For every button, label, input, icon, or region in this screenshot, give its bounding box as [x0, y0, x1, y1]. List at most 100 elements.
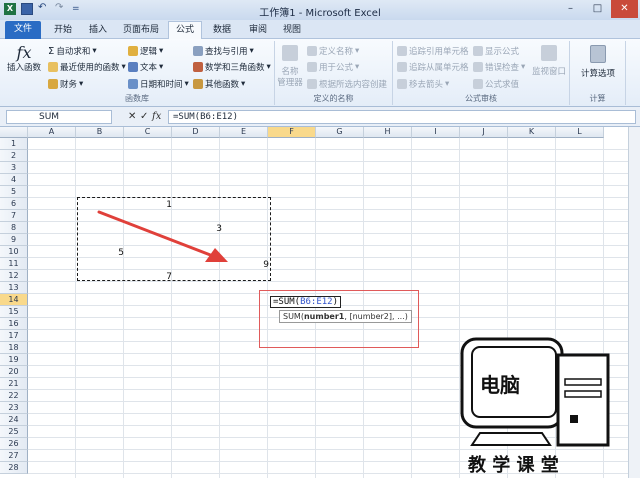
- tab-data[interactable]: 数据: [206, 22, 238, 39]
- row-header-11[interactable]: 11: [0, 258, 28, 270]
- tab-review[interactable]: 审阅: [242, 22, 274, 39]
- column-header-g[interactable]: G: [316, 127, 364, 138]
- name-box[interactable]: SUM: [6, 110, 112, 124]
- define-name-button[interactable]: 定义名称 ▾: [307, 45, 359, 57]
- group-label-calc: 计算: [589, 94, 606, 103]
- column-header-h[interactable]: H: [364, 127, 412, 138]
- autosum-button[interactable]: Σ 自动求和 ▾: [48, 45, 97, 58]
- cell-e11[interactable]: 9: [257, 260, 269, 270]
- select-all-corner[interactable]: [0, 127, 28, 138]
- row-header-2[interactable]: 2: [0, 150, 28, 162]
- calculator-icon: [590, 45, 606, 63]
- row-header-25[interactable]: 25: [0, 426, 28, 438]
- tab-insert[interactable]: 插入: [82, 22, 114, 39]
- group-label-names: 定义的名称: [313, 94, 354, 103]
- remove-arrows-button[interactable]: 移去箭头 ▾: [397, 78, 449, 90]
- column-header-d[interactable]: D: [172, 127, 220, 138]
- lookup-button[interactable]: 查找与引用 ▾: [193, 45, 254, 57]
- cell-editor-f14[interactable]: =SUM(B6:E12): [270, 296, 342, 308]
- row-header-20[interactable]: 20: [0, 366, 28, 378]
- cell-d12[interactable]: 7: [160, 272, 172, 282]
- create-from-selection-button[interactable]: 根据所选内容创建: [307, 78, 387, 90]
- gridline-horizontal: [28, 281, 640, 282]
- row-header-21[interactable]: 21: [0, 378, 28, 390]
- row-header-14[interactable]: 14: [0, 294, 28, 306]
- formula-bar: SUM ✕ ✓ fx =SUM(B6:E12): [0, 107, 640, 127]
- tab-file[interactable]: 文件: [5, 21, 41, 39]
- row-header-22[interactable]: 22: [0, 390, 28, 402]
- watermark-subtitle: 教 学 课 堂: [468, 455, 559, 476]
- column-header-b[interactable]: B: [76, 127, 124, 138]
- watch-window-button[interactable]: 监视窗口: [529, 45, 569, 78]
- use-in-formula-button[interactable]: 用于公式 ▾: [307, 61, 359, 73]
- column-header-e[interactable]: E: [220, 127, 268, 138]
- insert-function-button[interactable]: fx 插入函数: [4, 43, 44, 74]
- column-header-f[interactable]: F: [268, 127, 316, 138]
- row-header-12[interactable]: 12: [0, 270, 28, 282]
- maximize-button[interactable]: □: [584, 0, 611, 18]
- trace-precedents-button[interactable]: 追踪引用单元格: [397, 45, 469, 57]
- tab-formulas[interactable]: 公式: [168, 21, 202, 40]
- financial-button[interactable]: 财务 ▾: [48, 78, 83, 90]
- recent-functions-button[interactable]: 最近使用的函数 ▾: [48, 61, 126, 73]
- row-header-23[interactable]: 23: [0, 402, 28, 414]
- column-header-j[interactable]: J: [460, 127, 508, 138]
- name-manager-button[interactable]: 名称 管理器: [277, 45, 303, 89]
- row-header-10[interactable]: 10: [0, 246, 28, 258]
- row-header-9[interactable]: 9: [0, 234, 28, 246]
- row-header-15[interactable]: 15: [0, 306, 28, 318]
- datetime-button[interactable]: 日期和时间 ▾: [128, 78, 189, 90]
- row-header-24[interactable]: 24: [0, 414, 28, 426]
- evaluate-formula-button[interactable]: 公式求值: [473, 78, 519, 90]
- tag-icon: [307, 46, 317, 56]
- more-functions-icon: [193, 79, 203, 89]
- column-header-k[interactable]: K: [508, 127, 556, 138]
- math-button[interactable]: 数学和三角函数 ▾: [193, 61, 271, 73]
- formula-input[interactable]: =SUM(B6:E12): [168, 110, 636, 124]
- row-header-3[interactable]: 3: [0, 162, 28, 174]
- row-header-4[interactable]: 4: [0, 174, 28, 186]
- row-header-19[interactable]: 19: [0, 354, 28, 366]
- tab-home[interactable]: 开始: [47, 22, 79, 39]
- row-header-8[interactable]: 8: [0, 222, 28, 234]
- logical-button[interactable]: 逻辑 ▾: [128, 45, 163, 57]
- range-reference: B6:E12: [300, 297, 333, 307]
- row-header-17[interactable]: 17: [0, 330, 28, 342]
- tab-page-layout[interactable]: 页面布局: [118, 22, 164, 39]
- column-header-l[interactable]: L: [556, 127, 604, 138]
- gridline-vertical: [75, 138, 76, 478]
- show-formulas-button[interactable]: 显示公式: [473, 45, 519, 57]
- trace-dependents-button[interactable]: 追踪从属单元格: [397, 61, 469, 73]
- minimize-button[interactable]: –: [557, 0, 584, 18]
- error-checking-button[interactable]: 错误检查 ▾: [473, 61, 525, 73]
- enter-icon[interactable]: ✓: [140, 111, 148, 122]
- row-header-28[interactable]: 28: [0, 462, 28, 474]
- text-button[interactable]: 文本 ▾: [128, 61, 163, 73]
- gridline-vertical: [171, 138, 172, 478]
- tab-view[interactable]: 视图: [276, 22, 308, 39]
- column-header-i[interactable]: I: [412, 127, 460, 138]
- row-header-7[interactable]: 7: [0, 210, 28, 222]
- row-header-1[interactable]: 1: [0, 138, 28, 150]
- row-header-18[interactable]: 18: [0, 342, 28, 354]
- row-header-13[interactable]: 13: [0, 282, 28, 294]
- group-calculation: 计算选项 计算: [570, 41, 626, 105]
- excel-window: X ↶ ↷ = 工作簿1 - Microsoft Excel – □ ✕ 文件 …: [0, 0, 640, 478]
- evaluate-icon: [473, 79, 483, 89]
- row-header-5[interactable]: 5: [0, 186, 28, 198]
- insert-function-icon[interactable]: fx: [152, 111, 161, 122]
- row-header-16[interactable]: 16: [0, 318, 28, 330]
- ribbon-formulas: fx 插入函数 Σ 自动求和 ▾ 最近使用的函数 ▾ 财务 ▾ 逻辑 ▾ 文本 ▾ 日期和时…: [0, 39, 640, 107]
- cancel-icon[interactable]: ✕: [128, 111, 136, 122]
- row-header-27[interactable]: 27: [0, 450, 28, 462]
- row-header-26[interactable]: 26: [0, 438, 28, 450]
- column-header-a[interactable]: A: [28, 127, 76, 138]
- calculation-options-button[interactable]: 计算选项: [572, 45, 624, 80]
- close-button[interactable]: ✕: [611, 0, 638, 18]
- tooltip-arg1: number1: [303, 312, 345, 321]
- gridline-horizontal: [28, 173, 640, 174]
- more-functions-button[interactable]: 其他函数 ▾: [193, 78, 245, 90]
- row-header-6[interactable]: 6: [0, 198, 28, 210]
- trace-arrow-icon: [397, 46, 407, 56]
- column-header-c[interactable]: C: [124, 127, 172, 138]
